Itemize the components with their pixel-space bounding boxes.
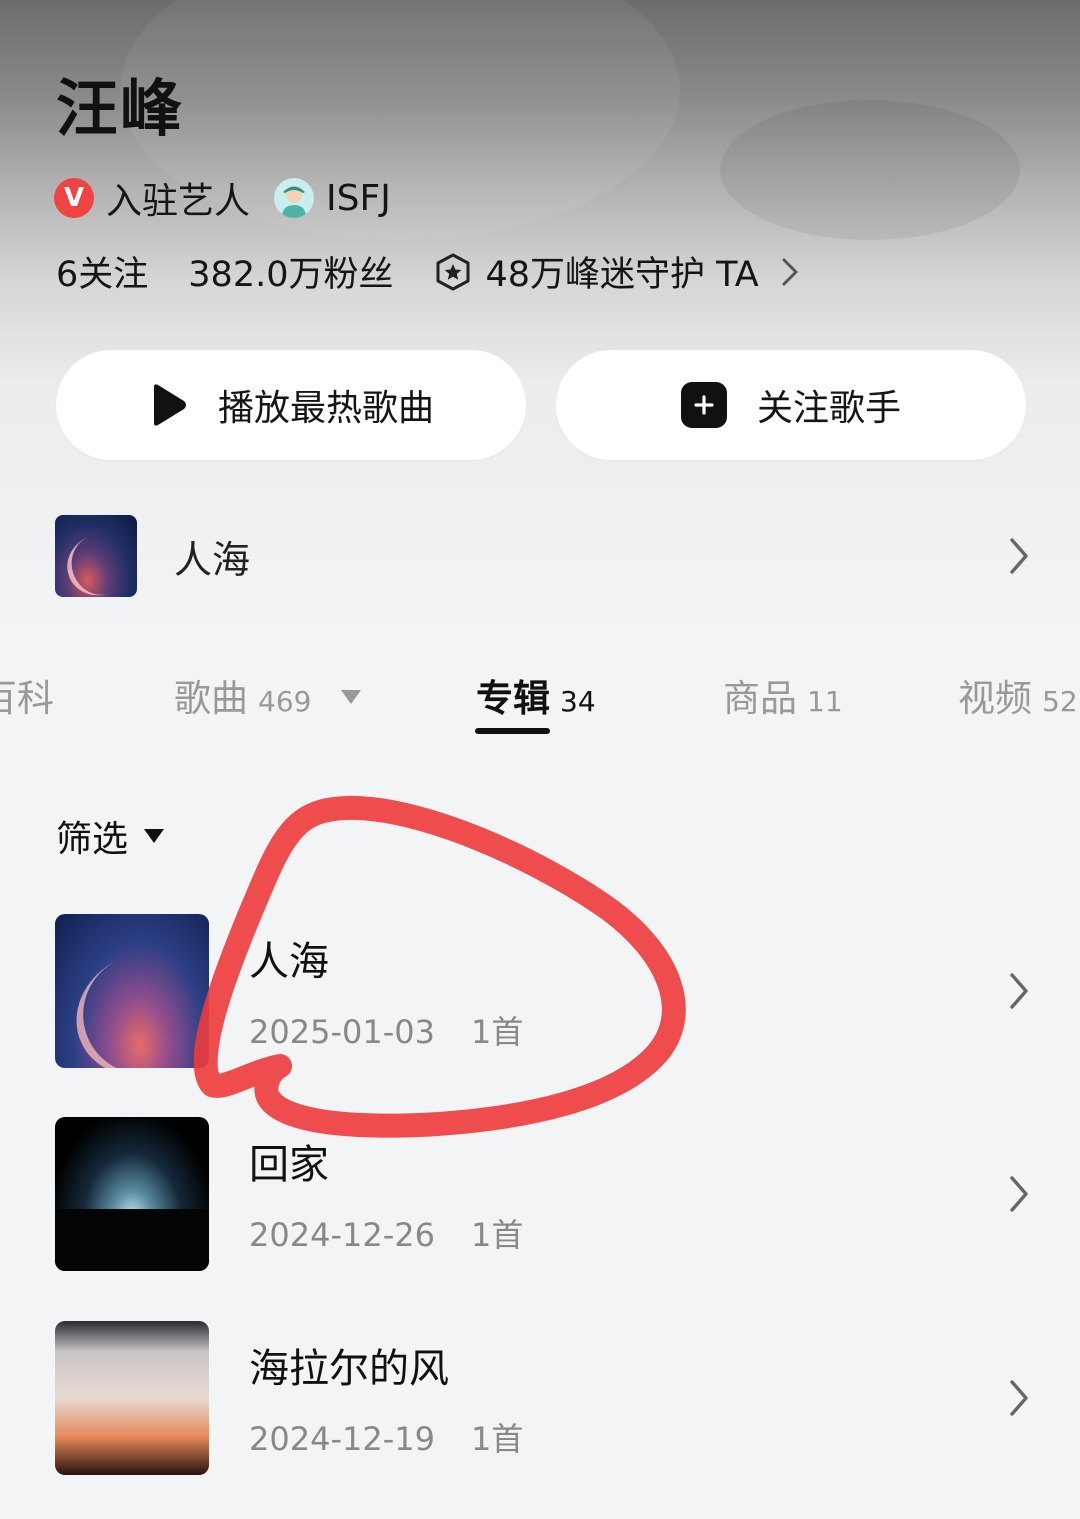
album-info: 人海 2025-01-03 1首 — [249, 929, 1008, 1053]
album-song-count: 1首 — [470, 1419, 524, 1458]
album-song-count: 1首 — [470, 1215, 524, 1254]
album-row[interactable]: 人海 2025-01-03 1首 — [55, 913, 1030, 1068]
play-hot-songs-label: 播放最热歌曲 — [217, 388, 434, 429]
album-info: 海拉尔的风 2024-12-19 1首 — [249, 1336, 1008, 1460]
chevron-right-icon — [1010, 538, 1028, 574]
album-cover — [55, 1320, 209, 1475]
chevron-right-icon — [1010, 1175, 1028, 1212]
plus-icon — [680, 382, 727, 428]
following-count[interactable]: 6关注 — [56, 246, 148, 297]
tab-songs[interactable]: 歌曲 469 — [174, 668, 362, 722]
artist-badges: V 入驻艺人 ISFJ — [54, 172, 391, 224]
follow-artist-label: 关注歌手 — [756, 388, 901, 429]
guardians-link[interactable]: 48万峰迷守护 TA — [485, 246, 758, 297]
shield-star-icon — [436, 253, 470, 290]
featured-song-row[interactable]: 人海 — [55, 515, 1030, 597]
dropdown-triangle-icon — [144, 829, 165, 843]
tab-products-count: 11 — [807, 685, 843, 718]
tab-baike-label: 百科 — [0, 677, 54, 720]
fans-count[interactable]: 382.0万粉丝 — [188, 246, 393, 297]
verified-v-icon: V — [54, 178, 94, 218]
tab-videos-label: 视频 — [958, 677, 1032, 720]
tab-videos[interactable]: 视频 52 — [958, 668, 1078, 722]
tab-products[interactable]: 商品 11 — [723, 668, 843, 722]
dropdown-triangle-icon[interactable] — [341, 689, 362, 704]
album-row[interactable]: 回家 2024-12-26 1首 — [55, 1116, 1030, 1271]
tab-albums-label: 专辑 — [476, 677, 550, 720]
tab-albums-count: 34 — [560, 685, 596, 718]
tab-baike[interactable]: 百科 — [0, 668, 54, 722]
tab-albums[interactable]: 专辑 34 — [476, 668, 596, 722]
active-tab-indicator — [475, 728, 550, 734]
artist-name: 汪峰 — [56, 72, 185, 145]
filter-label: 筛选 — [56, 819, 129, 860]
header-photo-shadow — [720, 100, 1020, 240]
chevron-right-icon[interactable] — [781, 257, 799, 287]
album-meta: 2025-01-03 1首 — [249, 1007, 1008, 1053]
play-hot-songs-button[interactable]: 播放最热歌曲 — [56, 350, 526, 460]
tab-videos-count: 52 — [1042, 685, 1078, 718]
album-info: 回家 2024-12-26 1首 — [249, 1132, 1008, 1256]
album-row[interactable]: 海拉尔的风 2024-12-19 1首 — [55, 1320, 1030, 1475]
mbti-label[interactable]: ISFJ — [326, 178, 391, 219]
tab-songs-count: 469 — [258, 685, 312, 718]
album-date: 2025-01-03 — [249, 1012, 435, 1051]
album-date: 2024-12-19 — [249, 1419, 435, 1458]
follow-artist-button[interactable]: 关注歌手 — [556, 350, 1026, 460]
chevron-right-icon — [1010, 972, 1028, 1009]
album-meta: 2024-12-19 1首 — [249, 1414, 1008, 1460]
album-date: 2024-12-26 — [249, 1215, 435, 1254]
tab-products-label: 商品 — [723, 677, 797, 720]
mbti-avatar-icon — [274, 178, 315, 218]
verified-artist-label[interactable]: 入驻艺人 — [106, 172, 250, 224]
album-song-count: 1首 — [470, 1012, 524, 1051]
featured-song-title: 人海 — [174, 537, 251, 582]
album-title: 人海 — [249, 938, 329, 985]
album-cover — [55, 913, 209, 1068]
album-cover — [55, 1116, 209, 1271]
album-meta: 2024-12-26 1首 — [249, 1210, 1008, 1256]
filter-dropdown[interactable]: 筛选 — [56, 810, 165, 862]
tab-songs-label: 歌曲 — [174, 677, 248, 720]
featured-song-cover — [55, 515, 137, 597]
artist-stats: 6关注 382.0万粉丝 48万峰迷守护 TA — [56, 246, 799, 297]
chevron-right-icon — [1010, 1379, 1028, 1416]
album-title: 回家 — [249, 1141, 329, 1188]
play-icon — [148, 382, 188, 428]
album-title: 海拉尔的风 — [249, 1345, 449, 1392]
